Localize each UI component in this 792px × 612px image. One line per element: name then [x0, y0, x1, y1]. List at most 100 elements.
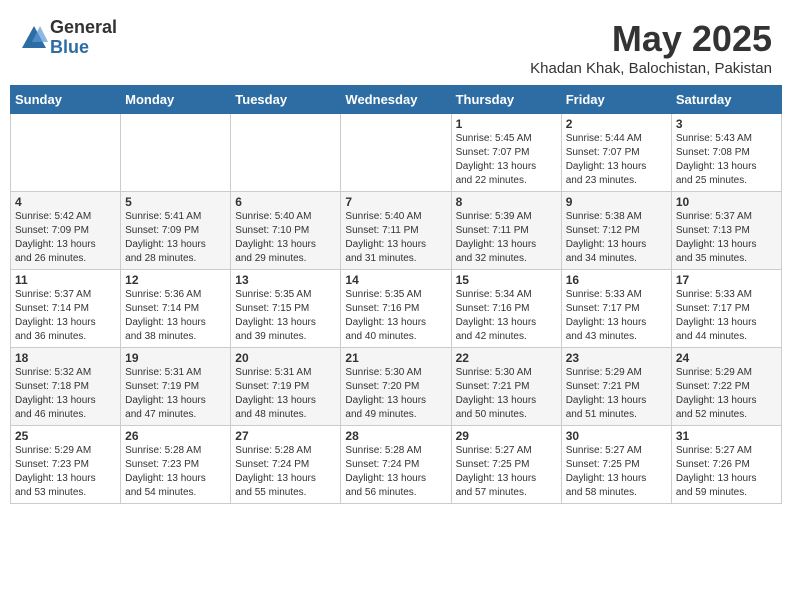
calendar-cell-4-2: 27Sunrise: 5:28 AM Sunset: 7:24 PM Dayli…: [231, 426, 341, 504]
calendar-week-1: 4Sunrise: 5:42 AM Sunset: 7:09 PM Daylig…: [11, 192, 782, 270]
day-info: Sunrise: 5:37 AM Sunset: 7:14 PM Dayligh…: [15, 288, 116, 344]
weekday-header-saturday: Saturday: [671, 86, 781, 114]
day-info: Sunrise: 5:33 AM Sunset: 7:17 PM Dayligh…: [566, 288, 667, 344]
month-title: May 2025: [530, 18, 772, 60]
calendar-cell-4-0: 25Sunrise: 5:29 AM Sunset: 7:23 PM Dayli…: [11, 426, 121, 504]
day-number: 7: [345, 195, 446, 209]
day-number: 24: [676, 351, 777, 365]
calendar-cell-0-2: [231, 114, 341, 192]
day-number: 20: [235, 351, 336, 365]
day-info: Sunrise: 5:35 AM Sunset: 7:15 PM Dayligh…: [235, 288, 336, 344]
day-info: Sunrise: 5:36 AM Sunset: 7:14 PM Dayligh…: [125, 288, 226, 344]
day-number: 13: [235, 273, 336, 287]
day-number: 28: [345, 429, 446, 443]
calendar-cell-0-6: 3Sunrise: 5:43 AM Sunset: 7:08 PM Daylig…: [671, 114, 781, 192]
day-number: 3: [676, 117, 777, 131]
day-info: Sunrise: 5:28 AM Sunset: 7:24 PM Dayligh…: [235, 444, 336, 500]
calendar-cell-0-1: [121, 114, 231, 192]
day-number: 9: [566, 195, 667, 209]
calendar-cell-3-2: 20Sunrise: 5:31 AM Sunset: 7:19 PM Dayli…: [231, 348, 341, 426]
day-info: Sunrise: 5:40 AM Sunset: 7:10 PM Dayligh…: [235, 210, 336, 266]
day-info: Sunrise: 5:40 AM Sunset: 7:11 PM Dayligh…: [345, 210, 446, 266]
calendar-cell-3-4: 22Sunrise: 5:30 AM Sunset: 7:21 PM Dayli…: [451, 348, 561, 426]
calendar-cell-1-5: 9Sunrise: 5:38 AM Sunset: 7:12 PM Daylig…: [561, 192, 671, 270]
weekday-header-tuesday: Tuesday: [231, 86, 341, 114]
day-info: Sunrise: 5:32 AM Sunset: 7:18 PM Dayligh…: [15, 366, 116, 422]
calendar-cell-0-4: 1Sunrise: 5:45 AM Sunset: 7:07 PM Daylig…: [451, 114, 561, 192]
calendar-cell-1-0: 4Sunrise: 5:42 AM Sunset: 7:09 PM Daylig…: [11, 192, 121, 270]
day-info: Sunrise: 5:31 AM Sunset: 7:19 PM Dayligh…: [125, 366, 226, 422]
calendar-week-0: 1Sunrise: 5:45 AM Sunset: 7:07 PM Daylig…: [11, 114, 782, 192]
day-number: 23: [566, 351, 667, 365]
day-number: 29: [456, 429, 557, 443]
day-number: 14: [345, 273, 446, 287]
day-number: 19: [125, 351, 226, 365]
day-info: Sunrise: 5:29 AM Sunset: 7:22 PM Dayligh…: [676, 366, 777, 422]
day-info: Sunrise: 5:41 AM Sunset: 7:09 PM Dayligh…: [125, 210, 226, 266]
weekday-header-sunday: Sunday: [11, 86, 121, 114]
page-header: General Blue May 2025 Khadan Khak, Baloc…: [10, 10, 782, 81]
day-info: Sunrise: 5:28 AM Sunset: 7:23 PM Dayligh…: [125, 444, 226, 500]
day-number: 12: [125, 273, 226, 287]
day-info: Sunrise: 5:42 AM Sunset: 7:09 PM Dayligh…: [15, 210, 116, 266]
day-info: Sunrise: 5:33 AM Sunset: 7:17 PM Dayligh…: [676, 288, 777, 344]
day-number: 26: [125, 429, 226, 443]
calendar-cell-1-2: 6Sunrise: 5:40 AM Sunset: 7:10 PM Daylig…: [231, 192, 341, 270]
calendar-cell-4-5: 30Sunrise: 5:27 AM Sunset: 7:25 PM Dayli…: [561, 426, 671, 504]
day-number: 2: [566, 117, 667, 131]
weekday-header-row: SundayMondayTuesdayWednesdayThursdayFrid…: [11, 86, 782, 114]
calendar-cell-2-3: 14Sunrise: 5:35 AM Sunset: 7:16 PM Dayli…: [341, 270, 451, 348]
calendar-table: SundayMondayTuesdayWednesdayThursdayFrid…: [10, 85, 782, 504]
logo-blue-text: Blue: [50, 38, 117, 58]
calendar-cell-2-2: 13Sunrise: 5:35 AM Sunset: 7:15 PM Dayli…: [231, 270, 341, 348]
day-number: 10: [676, 195, 777, 209]
day-number: 1: [456, 117, 557, 131]
calendar-cell-2-0: 11Sunrise: 5:37 AM Sunset: 7:14 PM Dayli…: [11, 270, 121, 348]
calendar-cell-0-3: [341, 114, 451, 192]
calendar-cell-4-1: 26Sunrise: 5:28 AM Sunset: 7:23 PM Dayli…: [121, 426, 231, 504]
day-info: Sunrise: 5:44 AM Sunset: 7:07 PM Dayligh…: [566, 132, 667, 188]
day-info: Sunrise: 5:39 AM Sunset: 7:11 PM Dayligh…: [456, 210, 557, 266]
calendar-cell-2-5: 16Sunrise: 5:33 AM Sunset: 7:17 PM Dayli…: [561, 270, 671, 348]
day-number: 22: [456, 351, 557, 365]
calendar-cell-2-4: 15Sunrise: 5:34 AM Sunset: 7:16 PM Dayli…: [451, 270, 561, 348]
day-number: 15: [456, 273, 557, 287]
day-info: Sunrise: 5:35 AM Sunset: 7:16 PM Dayligh…: [345, 288, 446, 344]
day-info: Sunrise: 5:27 AM Sunset: 7:25 PM Dayligh…: [456, 444, 557, 500]
logo: General Blue: [20, 18, 117, 58]
day-info: Sunrise: 5:34 AM Sunset: 7:16 PM Dayligh…: [456, 288, 557, 344]
day-info: Sunrise: 5:29 AM Sunset: 7:23 PM Dayligh…: [15, 444, 116, 500]
day-info: Sunrise: 5:43 AM Sunset: 7:08 PM Dayligh…: [676, 132, 777, 188]
calendar-week-4: 25Sunrise: 5:29 AM Sunset: 7:23 PM Dayli…: [11, 426, 782, 504]
calendar-cell-4-3: 28Sunrise: 5:28 AM Sunset: 7:24 PM Dayli…: [341, 426, 451, 504]
calendar-cell-3-0: 18Sunrise: 5:32 AM Sunset: 7:18 PM Dayli…: [11, 348, 121, 426]
calendar-week-3: 18Sunrise: 5:32 AM Sunset: 7:18 PM Dayli…: [11, 348, 782, 426]
weekday-header-wednesday: Wednesday: [341, 86, 451, 114]
day-info: Sunrise: 5:27 AM Sunset: 7:25 PM Dayligh…: [566, 444, 667, 500]
calendar-cell-1-3: 7Sunrise: 5:40 AM Sunset: 7:11 PM Daylig…: [341, 192, 451, 270]
calendar-cell-2-6: 17Sunrise: 5:33 AM Sunset: 7:17 PM Dayli…: [671, 270, 781, 348]
day-number: 21: [345, 351, 446, 365]
calendar-cell-3-6: 24Sunrise: 5:29 AM Sunset: 7:22 PM Dayli…: [671, 348, 781, 426]
day-number: 8: [456, 195, 557, 209]
calendar-cell-3-3: 21Sunrise: 5:30 AM Sunset: 7:20 PM Dayli…: [341, 348, 451, 426]
calendar-cell-2-1: 12Sunrise: 5:36 AM Sunset: 7:14 PM Dayli…: [121, 270, 231, 348]
day-number: 30: [566, 429, 667, 443]
calendar-cell-1-6: 10Sunrise: 5:37 AM Sunset: 7:13 PM Dayli…: [671, 192, 781, 270]
weekday-header-monday: Monday: [121, 86, 231, 114]
weekday-header-thursday: Thursday: [451, 86, 561, 114]
calendar-cell-4-6: 31Sunrise: 5:27 AM Sunset: 7:26 PM Dayli…: [671, 426, 781, 504]
day-number: 11: [15, 273, 116, 287]
title-area: May 2025 Khadan Khak, Balochistan, Pakis…: [530, 18, 772, 77]
day-number: 31: [676, 429, 777, 443]
calendar-cell-1-1: 5Sunrise: 5:41 AM Sunset: 7:09 PM Daylig…: [121, 192, 231, 270]
day-info: Sunrise: 5:31 AM Sunset: 7:19 PM Dayligh…: [235, 366, 336, 422]
day-info: Sunrise: 5:45 AM Sunset: 7:07 PM Dayligh…: [456, 132, 557, 188]
calendar-cell-3-5: 23Sunrise: 5:29 AM Sunset: 7:21 PM Dayli…: [561, 348, 671, 426]
calendar-cell-0-0: [11, 114, 121, 192]
calendar-cell-1-4: 8Sunrise: 5:39 AM Sunset: 7:11 PM Daylig…: [451, 192, 561, 270]
day-number: 17: [676, 273, 777, 287]
location-title: Khadan Khak, Balochistan, Pakistan: [530, 60, 772, 77]
weekday-header-friday: Friday: [561, 86, 671, 114]
day-number: 5: [125, 195, 226, 209]
